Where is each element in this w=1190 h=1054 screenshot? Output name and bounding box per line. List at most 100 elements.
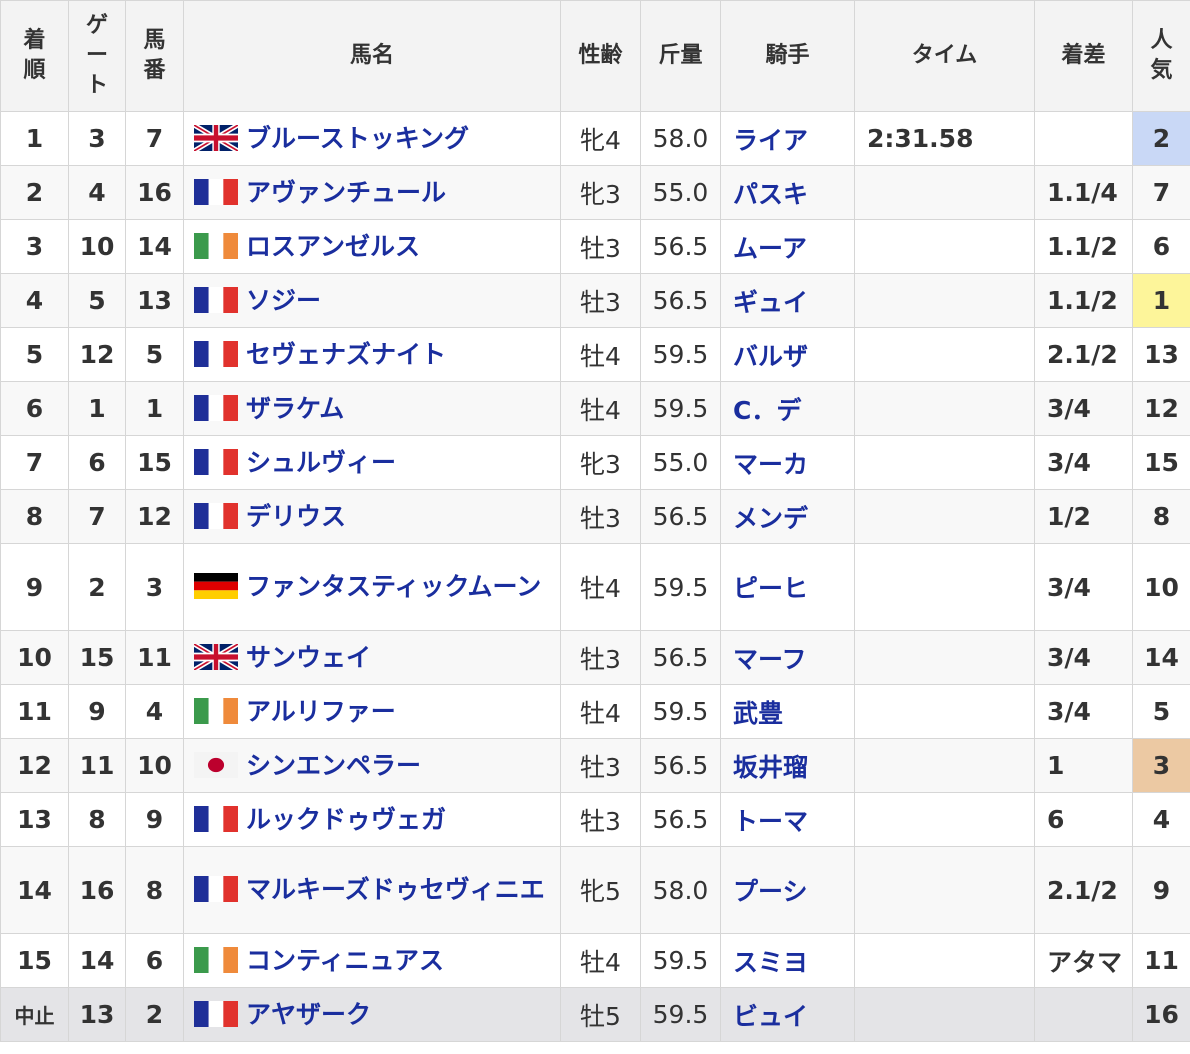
horse-name-link[interactable]: サンウェイ — [246, 642, 371, 674]
horse-name-wrap: ロスアンゼルス — [194, 231, 560, 263]
number-cell: 8 — [125, 846, 184, 934]
horse-name-link[interactable]: アヴァンチュール — [246, 177, 446, 209]
horse-cell: アヴァンチュール — [183, 165, 561, 220]
popularity-cell: 8 — [1132, 489, 1190, 544]
jockey-link[interactable]: ムーア — [720, 219, 855, 274]
horse-name-link[interactable]: ルックドゥヴェガ — [246, 804, 446, 836]
jockey-link[interactable]: ライア — [720, 111, 855, 166]
time-cell — [854, 219, 1035, 274]
margin-cell — [1034, 987, 1133, 1042]
jockey-link[interactable]: バルザ — [720, 327, 855, 382]
jockey-link[interactable]: ギュイ — [720, 273, 855, 328]
jockey-link[interactable]: プーシ — [720, 846, 855, 934]
header-margin[interactable]: 着差 — [1034, 0, 1133, 112]
time-cell — [854, 273, 1035, 328]
table-row: 3 10 14 ロスアンゼルス 牡3 56.5 ムーア 1.1/2 6 — [0, 219, 1190, 274]
horse-name-link[interactable]: ザラケム — [246, 393, 344, 425]
jockey-link[interactable]: 武豊 — [720, 684, 855, 739]
horse-name-link[interactable]: ロスアンゼルス — [246, 231, 420, 263]
number-cell: 6 — [125, 933, 184, 988]
number-cell: 4 — [125, 684, 184, 739]
france-flag-icon — [194, 805, 238, 832]
header-jockey[interactable]: 騎手 — [720, 0, 855, 112]
horse-name-link[interactable]: アヤザーク — [246, 999, 371, 1031]
horse-cell: アルリファー — [183, 684, 561, 739]
header-weight[interactable]: 斤量 — [640, 0, 721, 112]
header-gate[interactable]: ゲート — [68, 0, 126, 112]
horse-name-link[interactable]: シュルヴィー — [246, 447, 396, 479]
jockey-link[interactable]: メンデ — [720, 489, 855, 544]
time-cell — [854, 435, 1035, 490]
jockey-link[interactable]: マーフ — [720, 630, 855, 685]
jockey-link[interactable]: トーマ — [720, 792, 855, 847]
weight-cell: 55.0 — [640, 435, 721, 490]
finish-cell: 3 — [0, 219, 69, 274]
popularity-cell: 10 — [1132, 543, 1190, 631]
jockey-link[interactable]: マーカ — [720, 435, 855, 490]
horse-name-link[interactable]: セヴェナズナイト — [246, 339, 446, 371]
number-cell: 13 — [125, 273, 184, 328]
time-cell — [854, 381, 1035, 436]
gate-cell: 3 — [68, 111, 126, 166]
horse-name-link[interactable]: ソジー — [246, 285, 321, 317]
margin-cell: 1.1/2 — [1034, 273, 1133, 328]
horse-name-link[interactable]: デリウス — [246, 501, 346, 533]
finish-cell: 14 — [0, 846, 69, 934]
number-cell: 16 — [125, 165, 184, 220]
header-number-label: 馬番 — [143, 28, 166, 83]
horse-name-link[interactable]: ブルーストッキング — [246, 123, 469, 155]
margin-cell: 2.1/2 — [1034, 327, 1133, 382]
margin-cell: 3/4 — [1034, 684, 1133, 739]
horse-name-link[interactable]: コンティニュアス — [246, 945, 444, 977]
popularity-cell: 15 — [1132, 435, 1190, 490]
horse-name-link[interactable]: アルリファー — [246, 696, 396, 728]
header-popularity[interactable]: 人気 — [1132, 0, 1190, 112]
number-cell: 9 — [125, 792, 184, 847]
sexage-cell: 牝3 — [560, 435, 641, 490]
jockey-link[interactable]: C．デ — [720, 381, 855, 436]
gate-cell: 10 — [68, 219, 126, 274]
table-row: 14 16 8 マルキーズドゥセヴィニエ 牝5 58.0 プーシ 2.1/2 9 — [0, 846, 1190, 934]
gate-cell: 1 — [68, 381, 126, 436]
ireland-flag-icon — [194, 232, 238, 259]
horse-cell: ルックドゥヴェガ — [183, 792, 561, 847]
jockey-link[interactable]: ピーヒ — [720, 543, 855, 631]
header-time[interactable]: タイム — [854, 0, 1035, 112]
number-cell: 15 — [125, 435, 184, 490]
france-flag-icon — [194, 340, 238, 367]
jockey-link[interactable]: ビュイ — [720, 987, 855, 1042]
header-sexage[interactable]: 性齢 — [560, 0, 641, 112]
jockey-link[interactable]: スミヨ — [720, 933, 855, 988]
horse-name-link[interactable]: マルキーズドゥセヴィニエ — [246, 874, 545, 906]
gate-cell: 16 — [68, 846, 126, 934]
header-number[interactable]: 馬番 — [125, 0, 184, 112]
horse-name-wrap: マルキーズドゥセヴィニエ — [194, 874, 560, 906]
horse-name-link[interactable]: シンエンペラー — [246, 750, 421, 782]
popularity-cell: 16 — [1132, 987, 1190, 1042]
horse-cell: コンティニュアス — [183, 933, 561, 988]
france-flag-icon — [194, 876, 238, 902]
jockey-link[interactable]: パスキ — [720, 165, 855, 220]
horse-name-wrap: サンウェイ — [193, 641, 560, 674]
time-cell — [854, 792, 1035, 847]
popularity-cell: 4 — [1132, 792, 1190, 847]
time-cell — [854, 684, 1035, 739]
table-row: 9 2 3 ファンタスティックムーン 牡4 59.5 ピーヒ 3/4 10 — [0, 543, 1190, 631]
margin-cell — [1034, 111, 1133, 166]
table-row: 10 15 11 サンウェイ 牡3 56.5 マーフ 3/4 14 — [0, 630, 1190, 685]
margin-cell: 1.1/4 — [1034, 165, 1133, 220]
table-row: 6 1 1 ザラケム 牡4 59.5 C．デ 3/4 12 — [0, 381, 1190, 436]
weight-cell: 56.5 — [640, 273, 721, 328]
weight-cell: 56.5 — [640, 792, 721, 847]
table-row: 15 14 6 コンティニュアス 牡4 59.5 スミヨ アタマ 11 — [0, 933, 1190, 988]
sexage-cell: 牝3 — [560, 165, 641, 220]
popularity-cell: 6 — [1132, 219, 1190, 274]
horse-name-link[interactable]: ファンタスティックムーン — [246, 571, 541, 603]
jockey-link[interactable]: 坂井瑠 — [720, 738, 855, 793]
header-finish[interactable]: 着順 — [0, 0, 69, 112]
gate-cell: 13 — [68, 987, 126, 1042]
header-horse[interactable]: 馬名 — [183, 0, 561, 112]
table-row: 12 11 10 シンエンペラー 牡3 56.5 坂井瑠 1 3 — [0, 738, 1190, 793]
popularity-cell: 11 — [1132, 933, 1190, 988]
weight-cell: 59.5 — [640, 327, 721, 382]
